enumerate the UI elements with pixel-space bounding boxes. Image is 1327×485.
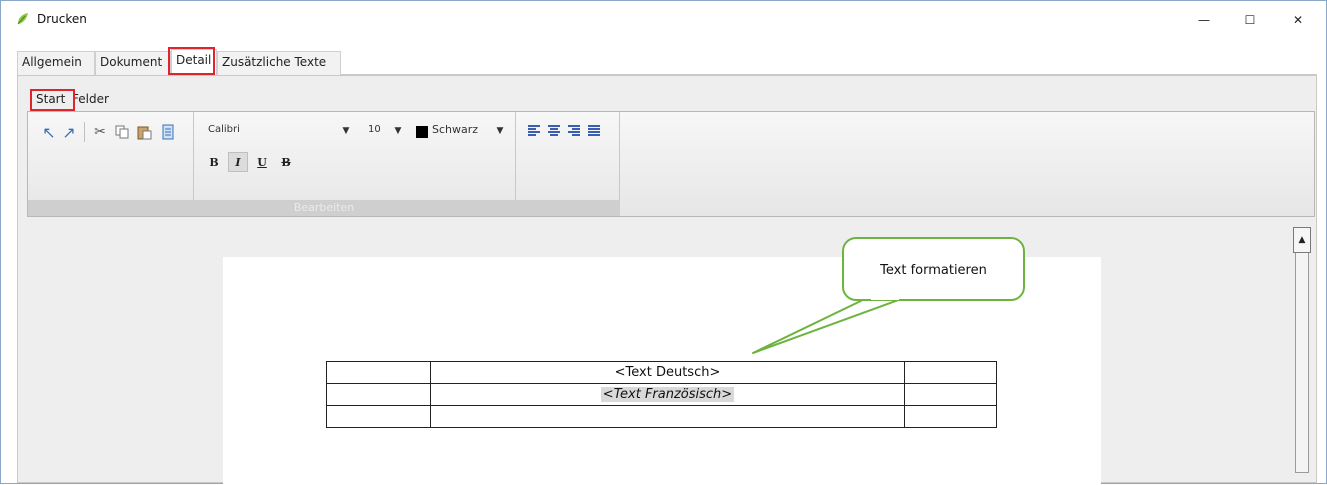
table-cell[interactable]: [904, 405, 997, 428]
font-size-select[interactable]: 10: [366, 122, 392, 140]
ribbon-toolbar: ↖ ↗ ✂ Calibri ▼ 10 ▼ Schwarz ▼ B I U B B…: [27, 111, 1315, 217]
text-franzoesisch-field: <Text Französisch>: [600, 387, 735, 402]
tab-zusaetzliche-texte[interactable]: Zusätzliche Texte: [217, 51, 341, 75]
chevron-down-icon[interactable]: ▼: [494, 122, 506, 140]
scroll-up-icon[interactable]: ▲: [1293, 227, 1311, 253]
minimize-icon: —: [1198, 13, 1210, 27]
minimize-button[interactable]: —: [1181, 7, 1227, 33]
print-window: Drucken — ☐ ✕ Allgemein Dokument Detail …: [0, 0, 1327, 485]
window-title: Drucken: [37, 12, 87, 26]
underline-button[interactable]: U: [252, 152, 272, 172]
table-row: [326, 405, 997, 428]
vertical-scrollbar[interactable]: ▲: [1293, 227, 1311, 477]
alignment-group: [516, 112, 620, 200]
group-label: Bearbeiten: [28, 200, 620, 216]
table-cell[interactable]: [904, 383, 997, 406]
align-center-icon[interactable]: [546, 124, 562, 138]
table-row: <Text Französisch>: [326, 383, 997, 406]
table-cell[interactable]: [326, 361, 431, 384]
table-cell[interactable]: [430, 405, 905, 428]
cut-icon[interactable]: ✂: [92, 124, 108, 140]
font-color-swatch[interactable]: [416, 126, 428, 138]
tab-allgemein[interactable]: Allgemein: [17, 51, 95, 75]
copy-icon[interactable]: [114, 124, 130, 140]
align-right-icon[interactable]: [566, 124, 582, 138]
table-cell[interactable]: [326, 383, 431, 406]
redo-icon[interactable]: ↗: [60, 123, 78, 142]
toolbar-separator: [84, 122, 85, 142]
tab-detail[interactable]: Detail: [171, 49, 217, 75]
scroll-track[interactable]: [1295, 253, 1309, 473]
maximize-button[interactable]: ☐: [1227, 7, 1273, 33]
align-left-icon[interactable]: [526, 124, 542, 138]
title-bar: Drucken — ☐ ✕: [1, 1, 1326, 39]
close-icon: ✕: [1292, 13, 1304, 27]
ribbon-tab-start[interactable]: Start: [33, 91, 68, 107]
tab-dokument[interactable]: Dokument: [95, 51, 171, 75]
font-color-label[interactable]: Schwarz: [432, 123, 478, 136]
main-tabs: Allgemein Dokument Detail Zusätzliche Te…: [17, 49, 1317, 75]
undo-icon[interactable]: ↖: [40, 123, 58, 142]
font-group: Calibri ▼ 10 ▼ Schwarz ▼ B I U B: [194, 112, 516, 200]
table-row: <Text Deutsch>: [326, 361, 997, 384]
document-table[interactable]: <Text Deutsch> <Text Französisch>: [326, 361, 997, 428]
bold-button[interactable]: B: [204, 152, 224, 172]
paste-special-icon[interactable]: [160, 124, 176, 140]
annotation-callout: Text formatieren: [842, 237, 1025, 301]
strikethrough-button[interactable]: B: [276, 152, 296, 172]
align-justify-icon[interactable]: [586, 124, 602, 138]
table-cell[interactable]: [326, 405, 431, 428]
ribbon-tab-felder[interactable]: Felder: [69, 91, 112, 107]
paste-icon[interactable]: [136, 124, 152, 140]
table-cell-text-franzoesisch[interactable]: <Text Französisch>: [430, 383, 905, 406]
chevron-down-icon[interactable]: ▼: [392, 122, 404, 140]
clipboard-group: ↖ ↗ ✂: [28, 112, 194, 200]
maximize-icon: ☐: [1244, 13, 1256, 27]
close-button[interactable]: ✕: [1275, 7, 1321, 33]
chevron-down-icon[interactable]: ▼: [340, 122, 352, 140]
table-cell[interactable]: [904, 361, 997, 384]
callout-text: Text formatieren: [880, 263, 987, 278]
font-family-select[interactable]: Calibri: [204, 122, 358, 140]
app-leaf-icon: [17, 13, 28, 25]
italic-button[interactable]: I: [228, 152, 248, 172]
table-cell-text-deutsch[interactable]: <Text Deutsch>: [430, 361, 905, 384]
